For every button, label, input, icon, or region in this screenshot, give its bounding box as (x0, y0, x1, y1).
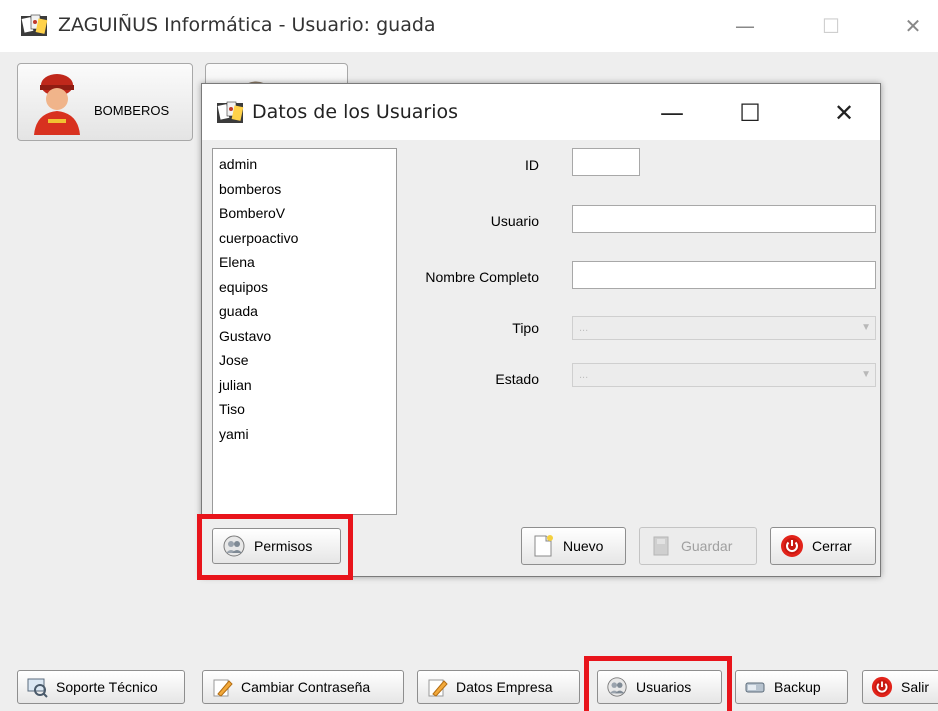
list-item[interactable]: yami (219, 422, 390, 447)
estado-select-value: ... (579, 369, 589, 381)
support-icon (27, 678, 48, 698)
bomberos-button[interactable]: BOMBEROS (17, 63, 193, 141)
list-item[interactable]: equipos (219, 275, 390, 300)
list-item[interactable]: Jose (219, 348, 390, 373)
list-item[interactable]: guada (219, 299, 390, 324)
tipo-label: Tipo (512, 320, 539, 336)
firefighter-icon (34, 74, 80, 135)
close-button[interactable]: ✕ (898, 12, 928, 40)
bomberos-label: BOMBEROS (94, 103, 170, 118)
datos-empresa-label: Datos Empresa (456, 679, 553, 695)
users-dialog: Datos de los Usuarios — ☐ ✕ admin bomber… (201, 83, 881, 577)
cerrar-button[interactable]: Cerrar (770, 527, 876, 565)
power-icon (781, 535, 803, 557)
dialog-close-button[interactable]: ✕ (826, 98, 862, 128)
estado-label: Estado (495, 371, 539, 387)
list-item[interactable]: Tiso (219, 397, 390, 422)
user-list[interactable]: admin bomberos BomberoV cuerpoactivo Ele… (212, 148, 397, 515)
backup-icon (745, 682, 765, 693)
app-cards-icon (217, 101, 244, 123)
nuevo-button[interactable]: Nuevo (521, 527, 626, 565)
guardar-button[interactable]: Guardar (639, 527, 757, 565)
nombre-completo-label: Nombre Completo (425, 269, 539, 285)
dialog-maximize-button[interactable]: ☐ (732, 98, 768, 128)
minimize-button[interactable]: — (730, 12, 760, 40)
list-item[interactable]: Gustavo (219, 324, 390, 349)
guardar-label: Guardar (681, 538, 733, 554)
chevron-down-icon: ▼ (861, 322, 871, 333)
list-item[interactable]: cuerpoactivo (219, 226, 390, 251)
tipo-select[interactable]: ... ▼ (572, 316, 876, 340)
edit-icon (213, 679, 233, 697)
backup-label: Backup (774, 679, 821, 695)
list-item[interactable]: BomberoV (219, 201, 390, 226)
power-icon (871, 676, 893, 698)
soporte-tecnico-button[interactable]: Soporte Técnico (17, 670, 185, 704)
datos-empresa-button[interactable]: Datos Empresa (417, 670, 580, 704)
nuevo-label: Nuevo (563, 538, 604, 554)
maximize-button[interactable]: ☐ (816, 12, 846, 40)
new-document-icon (534, 535, 553, 557)
highlight-permisos (197, 514, 353, 580)
id-field[interactable] (572, 148, 640, 176)
edit-icon (428, 679, 448, 697)
list-item[interactable]: admin (219, 152, 390, 177)
backup-button[interactable]: Backup (735, 670, 848, 704)
save-icon (653, 536, 669, 556)
chevron-down-icon: ▼ (861, 369, 871, 380)
cerrar-label: Cerrar (812, 538, 852, 554)
nombre-completo-field[interactable] (572, 261, 876, 289)
tipo-select-value: ... (579, 322, 589, 334)
list-item[interactable]: julian (219, 373, 390, 398)
salir-button[interactable]: Salir (862, 670, 938, 704)
usuario-field[interactable] (572, 205, 876, 233)
id-label: ID (525, 157, 539, 173)
dialog-titlebar: Datos de los Usuarios — ☐ ✕ (202, 84, 880, 140)
window-title: ZAGUIÑUS Informática - Usuario: guada (58, 14, 436, 36)
cambiar-contrasena-label: Cambiar Contraseña (241, 679, 371, 695)
list-item[interactable]: Elena (219, 250, 390, 275)
estado-select[interactable]: ... ▼ (572, 363, 876, 387)
app-cards-icon (21, 14, 48, 36)
dialog-minimize-button[interactable]: — (654, 98, 690, 128)
list-item[interactable]: bomberos (219, 177, 390, 202)
cambiar-contrasena-button[interactable]: Cambiar Contraseña (202, 670, 404, 704)
dialog-title: Datos de los Usuarios (252, 101, 459, 123)
usuario-label: Usuario (490, 213, 539, 229)
highlight-usuarios (584, 656, 732, 711)
window-titlebar: ZAGUIÑUS Informática - Usuario: guada — … (0, 0, 938, 52)
soporte-tecnico-label: Soporte Técnico (56, 679, 158, 695)
salir-label: Salir (901, 679, 930, 695)
